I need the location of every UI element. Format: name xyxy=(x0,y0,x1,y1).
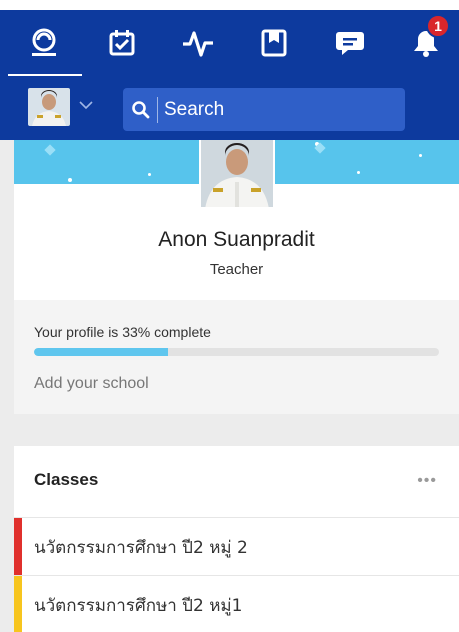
search-icon xyxy=(132,100,150,118)
classes-title: Classes xyxy=(34,470,99,489)
search-bar[interactable]: Search xyxy=(123,88,405,131)
calendar-check-icon xyxy=(109,30,135,56)
profile-progress-fill xyxy=(34,348,168,356)
add-school-link[interactable]: Add your school xyxy=(34,375,149,393)
top-app-bar: 1 Search xyxy=(0,0,459,140)
banner-decoration xyxy=(419,154,422,157)
nav-tab-messages[interactable] xyxy=(332,26,368,60)
chevron-down-icon xyxy=(79,101,93,110)
profile-photo[interactable] xyxy=(199,140,275,209)
nav-tab-insights[interactable] xyxy=(180,26,216,60)
pulse-icon xyxy=(183,31,213,57)
banner-decoration xyxy=(68,178,72,182)
profile-role: Teacher xyxy=(209,261,264,278)
class-color-bar xyxy=(14,576,22,632)
profile-completion-text: Your profile is 33% complete xyxy=(34,324,211,340)
class-list-item[interactable]: นวัตกรรมการศึกษา ปี2 หมู่ 2 xyxy=(14,518,459,576)
banner-decoration xyxy=(44,144,56,156)
profile-photo-image xyxy=(201,140,273,207)
profile-name: Anon Suanpradit xyxy=(158,228,315,251)
nav-tab-activity-feed[interactable] xyxy=(26,26,62,60)
more-options-icon[interactable]: ••• xyxy=(417,472,437,490)
main-navigation: 1 xyxy=(0,10,459,76)
search-label: Search xyxy=(164,98,225,120)
search-separator xyxy=(157,96,158,123)
profile-progress-bar xyxy=(34,348,439,356)
account-avatar-button[interactable] xyxy=(28,88,70,126)
nav-tab-assignments[interactable] xyxy=(104,26,140,60)
class-color-bar xyxy=(14,518,22,576)
nav-tab-notifications[interactable]: 1 xyxy=(408,14,450,60)
notification-badge: 1 xyxy=(426,14,450,38)
bookmark-book-icon xyxy=(261,29,287,57)
class-list-item[interactable]: นวัตกรรมการศึกษา ปี2 หมู่1 xyxy=(14,576,459,632)
nav-tab-library[interactable] xyxy=(256,26,292,60)
status-strip xyxy=(0,0,459,10)
classes-card: Classes ••• นวัตกรรมการศึกษา ปี2 หมู่ 2 … xyxy=(14,446,459,632)
avatar xyxy=(28,88,70,126)
class-name: นวัตกรรมการศึกษา ปี2 หมู่ 2 xyxy=(34,538,248,558)
activity-feed-icon xyxy=(32,28,56,56)
active-tab-indicator xyxy=(8,74,82,76)
profile-card: Anon Suanpradit Teacher xyxy=(14,140,459,300)
classes-header: Classes ••• xyxy=(14,446,459,518)
banner-decoration xyxy=(357,171,360,174)
banner-decoration xyxy=(148,173,151,176)
chat-icon xyxy=(336,32,364,55)
account-menu-chevron[interactable] xyxy=(78,98,94,112)
class-name: นวัตกรรมการศึกษา ปี2 หมู่1 xyxy=(34,596,243,616)
profile-completion-card[interactable]: Your profile is 33% complete Add your sc… xyxy=(14,300,459,414)
